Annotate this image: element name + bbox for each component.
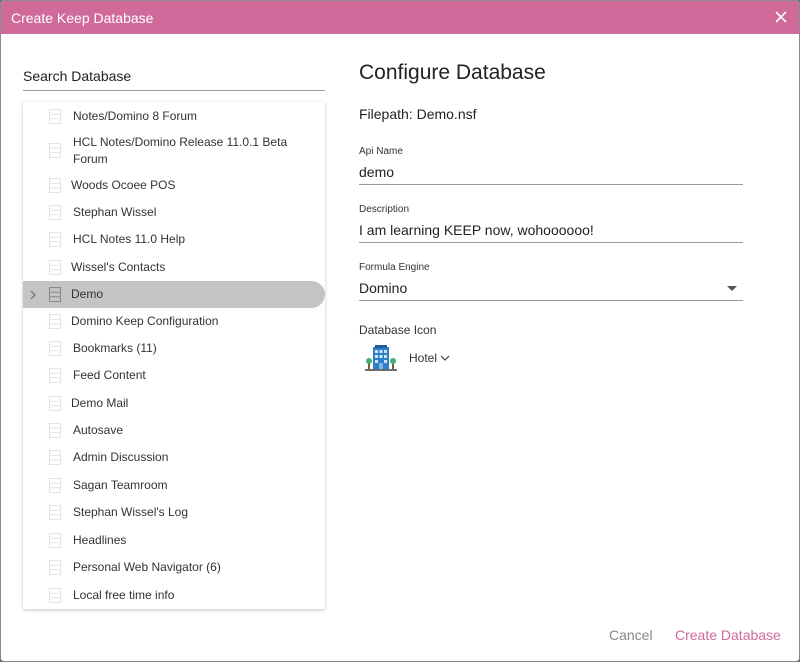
database-icon <box>49 341 61 356</box>
description-input[interactable]: I am learning KEEP now, wohoooooo! <box>359 221 743 243</box>
create-database-button[interactable]: Create Database <box>675 627 781 643</box>
create-keep-database-dialog: Create Keep Database Notes/Domino 8 Foru… <box>0 0 800 662</box>
list-item[interactable]: Domino Keep Configuration <box>23 313 325 331</box>
formula-engine-label: Formula Engine <box>359 262 430 273</box>
database-icon <box>49 368 61 383</box>
list-item-label: HCL Notes 11.0 Help <box>73 232 186 246</box>
list-item[interactable]: Stephan Wissel's Log <box>23 504 325 522</box>
filepath-text: Filepath: Demo.nsf <box>359 106 477 122</box>
list-item[interactable]: Stephan Wissel <box>23 204 325 222</box>
database-icon <box>49 478 61 493</box>
list-item-label: Bookmarks (11) <box>73 341 157 355</box>
list-item-selected[interactable]: Demo <box>23 281 325 308</box>
description-label: Description <box>359 204 410 215</box>
formula-engine-select[interactable]: Domino <box>359 279 743 301</box>
list-item-label: Headlines <box>73 533 127 547</box>
list-item-label: HCL Notes/Domino Release 11.0.1 Beta For… <box>73 135 288 166</box>
database-icon <box>49 450 61 465</box>
list-item[interactable]: HCL Notes/Domino Release 11.0.1 Beta For… <box>23 134 325 168</box>
database-icon <box>49 109 61 124</box>
formula-engine-value: Domino <box>359 280 408 296</box>
chevron-down-icon <box>440 355 450 361</box>
list-item[interactable]: Feed Content <box>23 367 325 385</box>
database-icon <box>49 178 61 193</box>
list-item-label: Autosave <box>73 423 124 437</box>
list-item[interactable]: Notes/Domino 8 Forum <box>23 108 325 126</box>
formula-engine-field: Formula Engine Domino <box>359 262 743 301</box>
list-item-label: Demo Mail <box>71 396 129 410</box>
close-button[interactable] <box>771 7 791 27</box>
list-item[interactable]: Bookmarks (11) <box>23 340 325 358</box>
list-item[interactable]: Autosave <box>23 422 325 440</box>
list-item-label: Wissel's Contacts <box>71 260 166 274</box>
dialog-titlebar: Create Keep Database <box>1 1 799 34</box>
dialog-title: Create Keep Database <box>11 9 154 26</box>
list-item-label: Stephan Wissel <box>73 205 157 219</box>
list-item-label: Stephan Wissel's Log <box>73 505 189 519</box>
list-item[interactable]: Local free time info <box>23 587 325 605</box>
list-item[interactable]: Admin Discussion <box>23 449 325 467</box>
list-item[interactable]: Woods Ocoee POS <box>23 177 325 195</box>
cancel-button[interactable]: Cancel <box>609 627 653 643</box>
close-icon <box>775 11 787 23</box>
database-icon <box>49 588 61 603</box>
database-icon <box>49 423 61 438</box>
database-icon <box>49 205 61 220</box>
dropdown-arrow-icon <box>727 286 737 291</box>
database-icon-label: Database Icon <box>359 323 437 337</box>
database-icon <box>49 505 61 520</box>
api-name-label: Api Name <box>359 146 403 157</box>
database-icon <box>49 396 61 411</box>
database-icon-select[interactable]: Hotel <box>409 351 450 365</box>
list-item-label: Domino Keep Configuration <box>71 314 219 328</box>
database-icon <box>49 287 61 302</box>
search-field <box>23 63 325 91</box>
list-item-label: Woods Ocoee POS <box>71 178 176 192</box>
list-item-label: Local free time info <box>73 588 175 602</box>
database-icon <box>49 560 61 575</box>
chevron-right-icon <box>30 290 36 300</box>
database-icon <box>49 232 61 247</box>
list-item-label: Personal Web Navigator (6) <box>73 560 221 574</box>
list-item-label: Notes/Domino 8 Forum <box>73 109 198 123</box>
list-item-label: Feed Content <box>73 368 146 382</box>
database-icon <box>49 260 61 275</box>
list-item[interactable]: Wissel's Contacts <box>23 259 325 277</box>
database-icon-value: Hotel <box>409 351 438 365</box>
database-icon <box>49 143 61 158</box>
description-field: Description I am learning KEEP now, woho… <box>359 204 743 243</box>
database-list[interactable]: Notes/Domino 8 Forum HCL Notes/Domino Re… <box>23 102 325 609</box>
database-icon <box>49 533 61 548</box>
api-name-input[interactable]: demo <box>359 163 743 185</box>
search-input[interactable] <box>23 63 325 89</box>
list-item-label: Demo <box>71 287 104 301</box>
list-item-label: Admin Discussion <box>73 450 169 464</box>
configure-database-heading: Configure Database <box>359 61 546 84</box>
hotel-icon <box>365 345 397 371</box>
list-item[interactable]: Sagan Teamroom <box>23 477 325 495</box>
database-icon <box>49 314 61 329</box>
list-item[interactable]: HCL Notes 11.0 Help <box>23 231 325 249</box>
list-item[interactable]: Demo Mail <box>23 395 325 413</box>
list-item[interactable]: Personal Web Navigator (6) <box>23 559 325 577</box>
api-name-field: Api Name demo <box>359 146 743 185</box>
list-item-label: Sagan Teamroom <box>73 478 168 492</box>
list-item[interactable]: Headlines <box>23 532 325 550</box>
